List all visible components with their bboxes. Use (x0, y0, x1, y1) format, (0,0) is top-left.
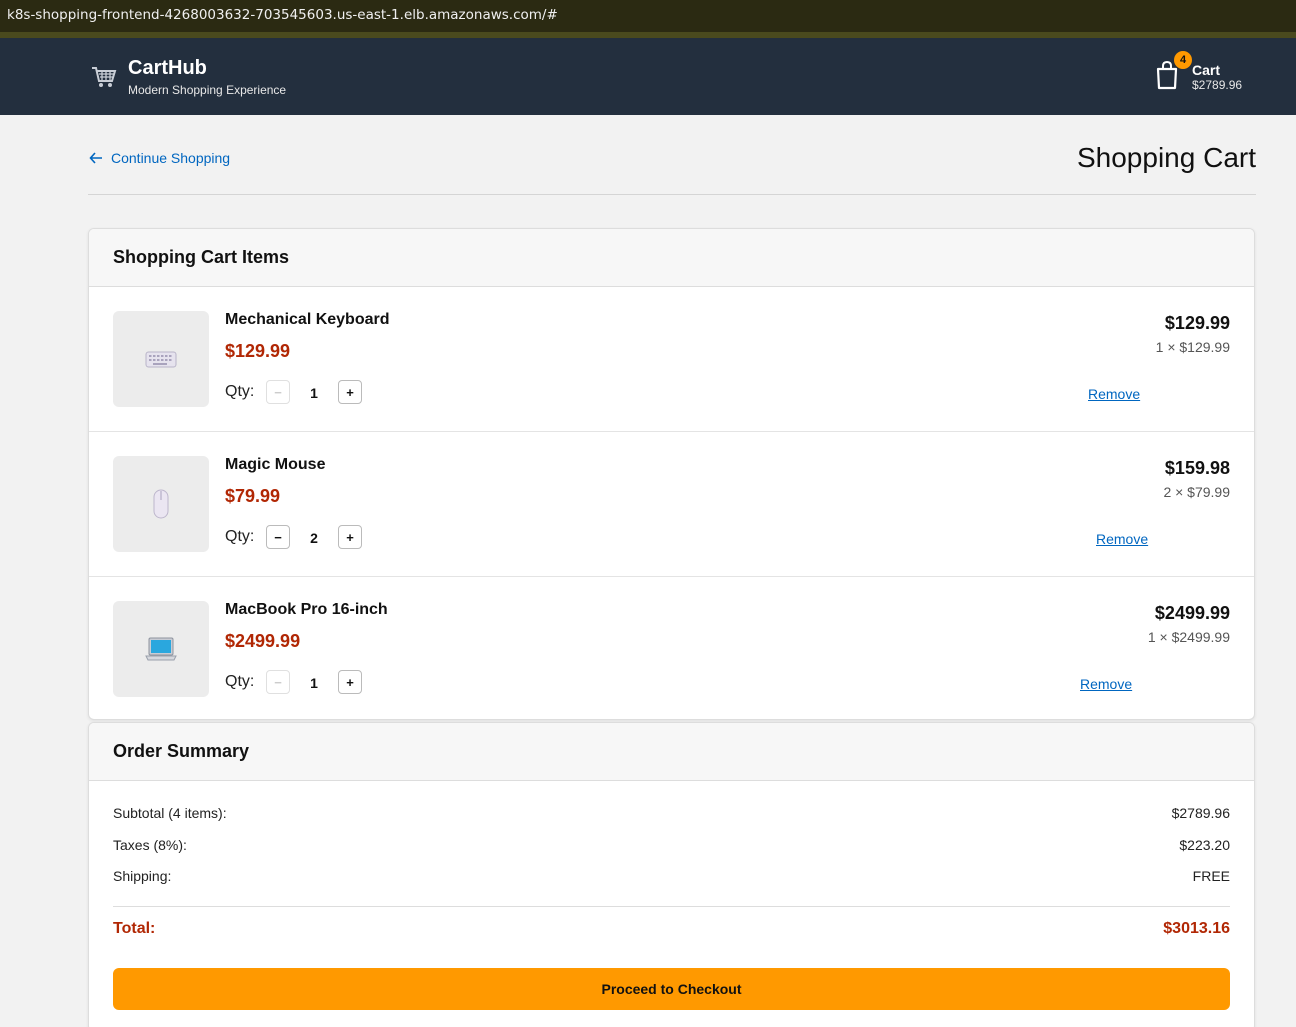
line-total: $2499.99 (1154, 603, 1230, 623)
decrease-quantity-button[interactable]: − (266, 380, 290, 404)
order-summary-card: Order Summary Subtotal (4 items): $2789.… (88, 722, 1255, 1027)
decrease-quantity-button[interactable]: − (266, 670, 290, 694)
remove-item-button[interactable]: Remove (1088, 386, 1140, 402)
shipping-value: FREE (1192, 868, 1230, 884)
order-summary-body: Subtotal (4 items): $2789.96 Taxes (8%):… (89, 781, 1254, 1027)
laptop-icon (145, 637, 177, 661)
cart-items-heading: Shopping Cart Items (89, 229, 1254, 287)
continue-shopping-label: Continue Shopping (111, 150, 231, 166)
line-calculation: 1 × $2499.99 (1147, 629, 1230, 645)
product-name[interactable]: Mechanical Keyboard (225, 311, 390, 329)
cart-label: Cart (1192, 62, 1221, 78)
arrow-left-icon (89, 152, 102, 164)
shipping-label: Shipping: (113, 868, 172, 884)
product-thumbnail (113, 311, 209, 407)
total-value: $3013.16 (1163, 919, 1230, 937)
site-header: CartHub Modern Shopping Experience 4 Car… (0, 38, 1296, 115)
product-unit-price: $79.99 (225, 486, 281, 506)
total-label: Total: (113, 919, 156, 937)
taxes-label: Taxes (8%): (113, 836, 187, 853)
cart-header-total: $2789.96 (1192, 78, 1243, 92)
cart-items-card: Shopping Cart Items Mechanical Keyboard … (88, 228, 1255, 720)
quantity-value: 1 (310, 385, 318, 401)
keyboard-icon (145, 351, 177, 368)
cart-count-badge: 4 (1174, 51, 1192, 69)
brand-name[interactable]: CartHub (128, 57, 207, 80)
quantity-value: 1 (310, 675, 318, 691)
taxes-row: Taxes (8%): $223.20 (113, 837, 1230, 869)
taxes-value: $223.20 (1179, 836, 1230, 853)
subtotal-value: $2789.96 (1171, 805, 1230, 821)
line-total: $159.98 (1164, 458, 1230, 478)
increase-quantity-button[interactable]: + (338, 670, 362, 694)
shopping-cart-icon (92, 67, 117, 87)
continue-shopping-link[interactable]: Continue Shopping (89, 150, 230, 166)
product-thumbnail (113, 456, 209, 552)
cart-item: Mechanical Keyboard $129.99 Qty: − 1 + $… (89, 287, 1254, 432)
quantity-label: Qty: (225, 528, 255, 545)
quantity-label: Qty: (225, 383, 255, 400)
subtotal-label: Subtotal (4 items): (113, 805, 227, 821)
mouse-icon (153, 489, 169, 519)
browser-url-bar[interactable]: k8s-shopping-frontend-4268003632-7035456… (0, 0, 1296, 38)
line-total: $129.99 (1164, 313, 1230, 333)
subtotal-row: Subtotal (4 items): $2789.96 (113, 805, 1230, 837)
proceed-to-checkout-button[interactable]: Proceed to Checkout (113, 967, 1230, 1010)
header-divider (88, 194, 1256, 195)
quantity-label: Qty: (225, 673, 255, 690)
product-thumbnail (113, 601, 209, 697)
summary-divider (113, 905, 1230, 907)
product-unit-price: $2499.99 (225, 631, 301, 651)
order-summary-heading: Order Summary (89, 723, 1254, 781)
product-name[interactable]: Magic Mouse (225, 456, 325, 474)
increase-quantity-button[interactable]: + (338, 525, 362, 549)
product-unit-price: $129.99 (225, 341, 291, 361)
increase-quantity-button[interactable]: + (338, 380, 362, 404)
cart-item: Magic Mouse $79.99 Qty: − 2 + $159.98 2 … (89, 432, 1254, 577)
line-calculation: 2 × $79.99 (1163, 484, 1230, 500)
brand-tagline: Modern Shopping Experience (128, 83, 287, 97)
browser-url[interactable]: k8s-shopping-frontend-4268003632-7035456… (7, 7, 558, 23)
remove-item-button[interactable]: Remove (1080, 676, 1132, 692)
remove-item-button[interactable]: Remove (1096, 531, 1148, 547)
decrease-quantity-button[interactable]: − (266, 525, 290, 549)
page-title: Shopping Cart (1076, 142, 1256, 173)
total-row: Total: $3013.16 (113, 920, 1230, 938)
header-cart-button[interactable]: 4 Cart $2789.96 (1155, 51, 1255, 98)
shipping-row: Shipping: FREE (113, 868, 1230, 900)
product-name[interactable]: MacBook Pro 16-inch (225, 601, 388, 619)
line-calculation: 1 × $129.99 (1155, 339, 1230, 355)
cart-item: MacBook Pro 16-inch $2499.99 Qty: − 1 + … (89, 577, 1254, 719)
quantity-value: 2 (310, 530, 318, 546)
